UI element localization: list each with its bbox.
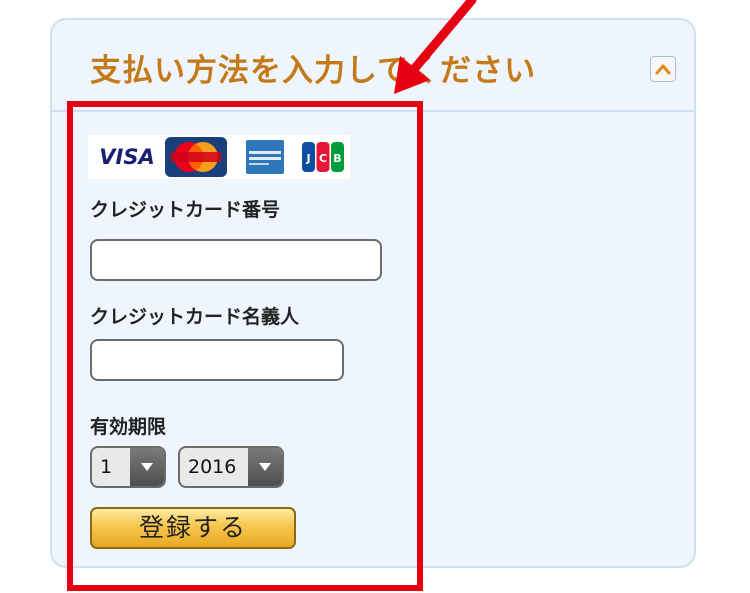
amex-logo-graphic	[246, 140, 284, 174]
expiry-month-value: 1	[100, 456, 113, 478]
expiry-label: 有効期限	[90, 416, 167, 438]
svg-text:B: B	[333, 152, 341, 165]
register-button[interactable]: 登録する	[90, 507, 296, 549]
panel-header: 支払い方法を入力してください	[52, 20, 694, 112]
svg-text:J: J	[305, 152, 310, 165]
dropdown-arrow-icon	[248, 448, 282, 486]
card-number-label: クレジットカード番号	[90, 199, 281, 221]
mastercard-logo-graphic	[165, 137, 227, 177]
visa-logo-text: VISA	[99, 145, 155, 169]
card-number-input[interactable]	[90, 239, 382, 281]
dropdown-arrow-icon	[130, 448, 164, 486]
amex-logo	[238, 137, 292, 177]
expiry-year-value: 2016	[188, 456, 237, 478]
card-logos: VISA J C B	[88, 135, 350, 179]
panel-title: 支払い方法を入力してください	[90, 53, 537, 89]
chevron-up-icon	[655, 64, 671, 75]
collapse-button[interactable]	[650, 56, 676, 82]
expiry-year-select[interactable]: 2016	[178, 446, 284, 488]
card-holder-label: クレジットカード名義人	[90, 306, 300, 328]
screenshot-stage: 支払い方法を入力してください VISA J C B クレジットカード番号 クレジ…	[0, 0, 750, 593]
expiry-month-select[interactable]: 1	[90, 446, 166, 488]
jcb-logo: J C B	[296, 137, 350, 177]
visa-logo: VISA	[99, 137, 155, 177]
mastercard-logo	[165, 137, 227, 177]
card-holder-input[interactable]	[90, 339, 344, 381]
jcb-logo-graphic: J C B	[302, 142, 344, 172]
svg-text:C: C	[319, 152, 327, 165]
